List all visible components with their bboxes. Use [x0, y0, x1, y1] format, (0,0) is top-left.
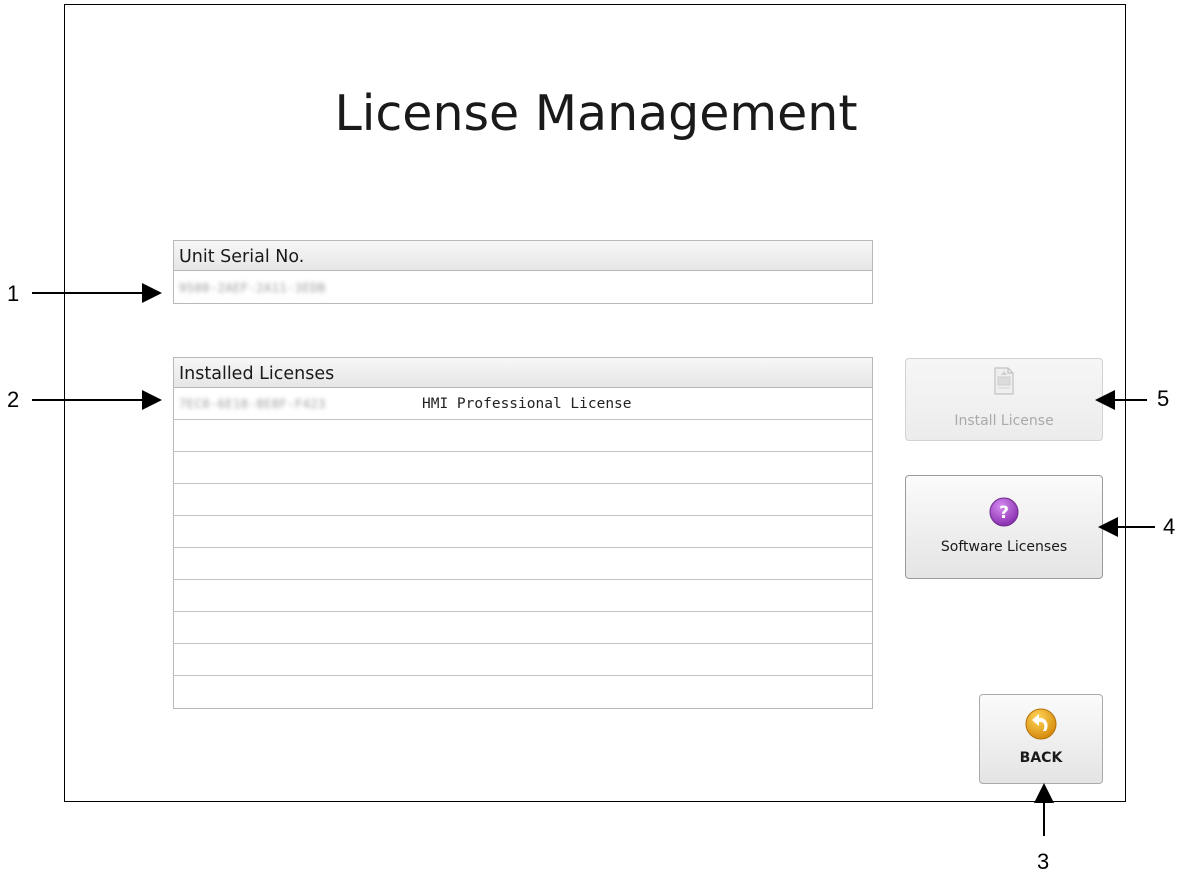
callout-5: 5: [1157, 386, 1170, 411]
callout-1: 1: [7, 281, 20, 306]
callout-4: 4: [1163, 514, 1176, 539]
annotation-arrows: [32, 283, 1155, 836]
callout-3: 3: [1037, 849, 1050, 874]
callout-2: 2: [7, 387, 20, 412]
